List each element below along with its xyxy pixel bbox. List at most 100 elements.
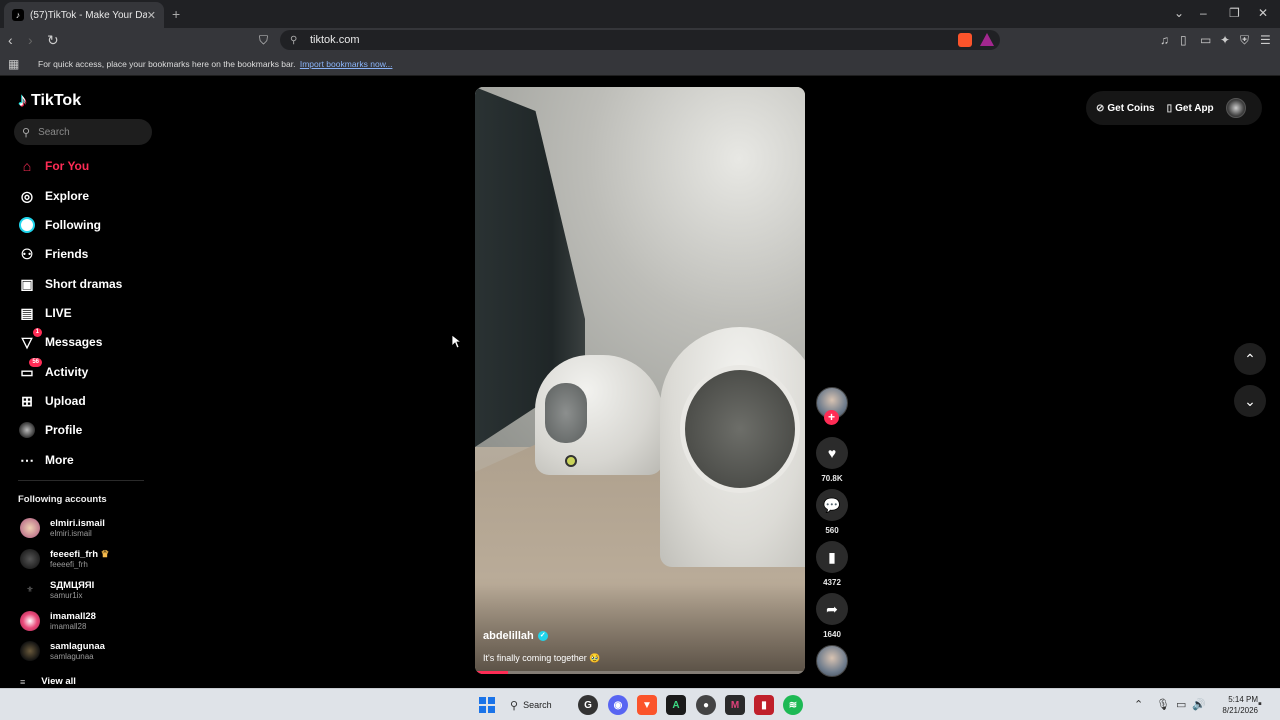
nav-following[interactable]: Following [18,213,101,237]
film-icon: ▣ [20,275,34,292]
get-coins-button[interactable]: ⊘ Get Coins [1096,103,1155,114]
nav-more[interactable]: ⋯ More [18,448,74,472]
network-icon[interactable]: ▭ [1176,698,1186,711]
nav-short-dramas[interactable]: ▣ Short dramas [18,272,122,296]
get-app-button[interactable]: ▯ Get App [1167,103,1214,114]
app-icon-spotify[interactable]: ≋ [783,695,803,715]
nav-messages[interactable]: ▽ 1 Messages [18,328,103,354]
nav-upload[interactable]: ⊞ Upload [18,389,86,413]
back-icon[interactable]: ‹ [8,32,13,48]
messages-badge: 1 [32,328,42,337]
following-account[interactable]: ⚜ SДМЦЯЯI samur1ix [20,576,94,604]
account-handle: samlagunaa [50,652,94,661]
tiktok-favicon-icon: ♪ [12,9,24,21]
microphone-icon[interactable]: 🎙 [1156,698,1170,711]
messages-icon: ▽ 1 [18,328,42,351]
brave-rewards-icon[interactable] [980,33,994,46]
browser-tab[interactable]: ♪ (57)TikTok - Make Your Day ✕ [4,2,164,28]
address-bar[interactable]: ⚲ tiktok.com [280,30,1000,50]
notifications-icon[interactable]: ▪ [1258,698,1262,710]
volume-icon[interactable]: 🔊 [1192,698,1206,711]
app-icon-github[interactable]: G [578,695,598,715]
nav-profile[interactable]: Profile [18,418,82,442]
avatar [20,641,40,661]
following-account[interactable]: imamall28 imamall28 [20,607,96,635]
video-progress-fill [475,671,508,674]
app-icon-brave[interactable]: ▼ [637,695,657,715]
leo-ai-icon[interactable]: ✦ [1220,33,1230,47]
taskbar-search[interactable]: ⚲ Search [510,695,552,715]
nav-live[interactable]: ▤ LIVE [18,301,71,325]
app-icon-capcut[interactable]: M [725,695,745,715]
app-icon-terminal[interactable]: A [666,695,686,715]
search-box[interactable]: ⚲ [14,119,152,145]
brave-shields-icon[interactable] [958,33,972,47]
apps-grid-icon[interactable]: ▦ [8,57,19,71]
search-input[interactable] [38,126,139,138]
like-button[interactable]: ♥ [816,437,848,469]
menu-icon[interactable]: ☰ [1260,33,1271,47]
tab-list-chevron-icon[interactable]: ⌄ [1174,6,1184,20]
sound-avatar[interactable] [816,645,848,677]
video-player[interactable]: abdelillah ✓ It's finally coming togethe… [475,87,805,674]
bookmarks-hint-text: For quick access, place your bookmarks h… [38,59,296,69]
save-button[interactable]: ▮ [816,541,848,573]
following-account[interactable]: feeeefi_frh ♛ feeeefi_frh [20,545,109,573]
new-tab-button[interactable]: + [172,6,180,22]
nav-label: Following [45,218,101,232]
video-caption: It's finally coming together 🥹 [483,653,601,663]
account-name: feeeefi_frh ♛ [50,549,109,560]
app-icon-discord[interactable]: ◉ [608,695,628,715]
comment-count: 560 [825,526,839,535]
site-info-icon[interactable]: ⚲ [290,35,302,46]
user-avatar[interactable] [1225,98,1246,118]
bookmark-icon[interactable]: ⛉ [259,32,268,48]
clock[interactable]: 5:14 PM 8/21/2026 [1208,694,1258,716]
nav-label: Profile [45,423,83,437]
next-video-button[interactable]: ⌄ [1234,385,1266,417]
import-bookmarks-link[interactable]: Import bookmarks now... [300,59,393,69]
close-window-icon[interactable]: ✕ [1258,6,1268,20]
maximize-icon[interactable]: ❐ [1229,6,1240,20]
video-progress-bar[interactable] [475,671,805,674]
nav-activity[interactable]: ▭ 56 Activity [18,358,89,384]
forward-icon[interactable]: › [28,32,33,48]
minimize-icon[interactable]: – [1200,6,1207,20]
app-icon-obs[interactable]: ● [696,695,716,715]
vpn-icon[interactable]: ⛨ [1240,33,1249,48]
following-account[interactable]: samlagunaa samlagunaa [20,637,105,665]
home-icon: ⌂ [22,158,32,174]
windows-start-icon[interactable] [479,697,495,713]
activity-badge: 56 [29,358,42,367]
tab-close-icon[interactable]: ✕ [147,9,156,22]
nav-for-you[interactable]: ⌂ For You [18,154,89,178]
account-name: samlagunaa [50,641,105,652]
nav-explore[interactable]: ◎ Explore [18,184,89,208]
taskbar-search-label: Search [523,700,552,710]
litter-box-opening [545,383,587,443]
account-name-text: feeeefi_frh [50,549,99,560]
account-handle: imamall28 [50,622,87,631]
sidebar-toggle-icon[interactable]: ▯ [1180,33,1187,47]
media-icon[interactable]: ♫ [1160,33,1169,47]
reload-icon[interactable]: ↻ [47,32,59,48]
show-hidden-icons-icon[interactable]: ⌃ [1134,698,1143,711]
tiktok-logo[interactable]: ♪ TikTok [18,90,81,111]
app-icon-red-app[interactable]: ▮ [754,695,774,715]
phone-icon: ▯ [1166,102,1173,114]
nav-label: Activity [45,365,89,379]
following-account[interactable]: elmiri.ismail elmiri.ismail [20,514,105,542]
view-all-label: View all [41,676,76,687]
nav-friends[interactable]: ⚇ Friends [18,242,89,266]
nav-label: Messages [45,335,103,349]
video-author[interactable]: abdelillah ✓ [483,630,548,642]
previous-video-button[interactable]: ⌃ [1234,343,1266,375]
follow-plus-icon[interactable]: + [824,410,839,425]
search-icon: ⚲ [510,699,519,712]
share-button[interactable]: ➦ [816,593,848,625]
comment-button[interactable]: 💬 [816,489,848,521]
view-all-link[interactable]: ≡ View all [20,676,76,687]
wallet-icon[interactable]: ▭ [1200,33,1211,47]
friends-icon: ⚇ [20,245,34,262]
avatar [20,611,40,631]
